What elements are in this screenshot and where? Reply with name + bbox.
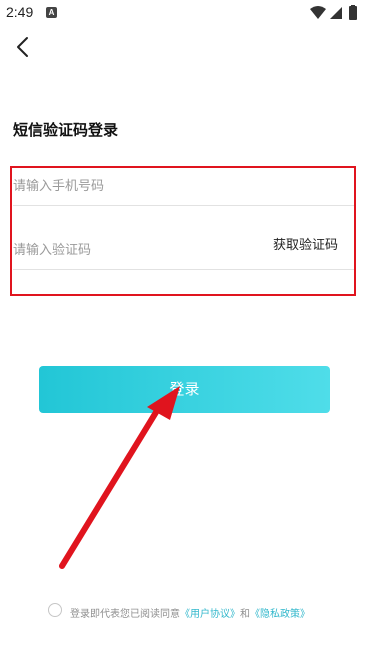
get-code-button[interactable]: 获取验证码 [273,231,338,269]
code-field: 获取验证码 [13,231,354,270]
wifi-icon [310,6,326,19]
back-button[interactable] [10,33,38,61]
privacy-policy-link[interactable]: 《隐私政策》 [250,609,310,620]
agreement-and: 和 [240,609,250,620]
agree-checkbox[interactable] [48,603,62,617]
signal-icon [330,7,342,19]
login-button[interactable]: 登录 [39,366,330,413]
agreement-prefix: 登录即代表您已阅读同意 [70,609,180,620]
agreement-text: 登录即代表您已阅读同意《用户协议》和《隐私政策》 [70,605,310,620]
phone-input[interactable] [13,168,343,205]
page-title: 短信验证码登录 [13,121,119,139]
status-bar: 2:49 A [0,0,369,26]
verification-code-input[interactable] [13,231,243,269]
chevron-left-icon [17,37,28,57]
status-time: 2:49 [6,4,34,20]
annotation-arrow [59,386,180,569]
user-agreement-link[interactable]: 《用户协议》 [180,609,240,620]
agreement: 登录即代表您已阅读同意《用户协议》和《隐私政策》 [48,603,348,621]
a-icon: A [46,7,57,18]
phone-field [13,168,354,206]
battery-icon [349,5,357,20]
status-icons [310,5,357,20]
